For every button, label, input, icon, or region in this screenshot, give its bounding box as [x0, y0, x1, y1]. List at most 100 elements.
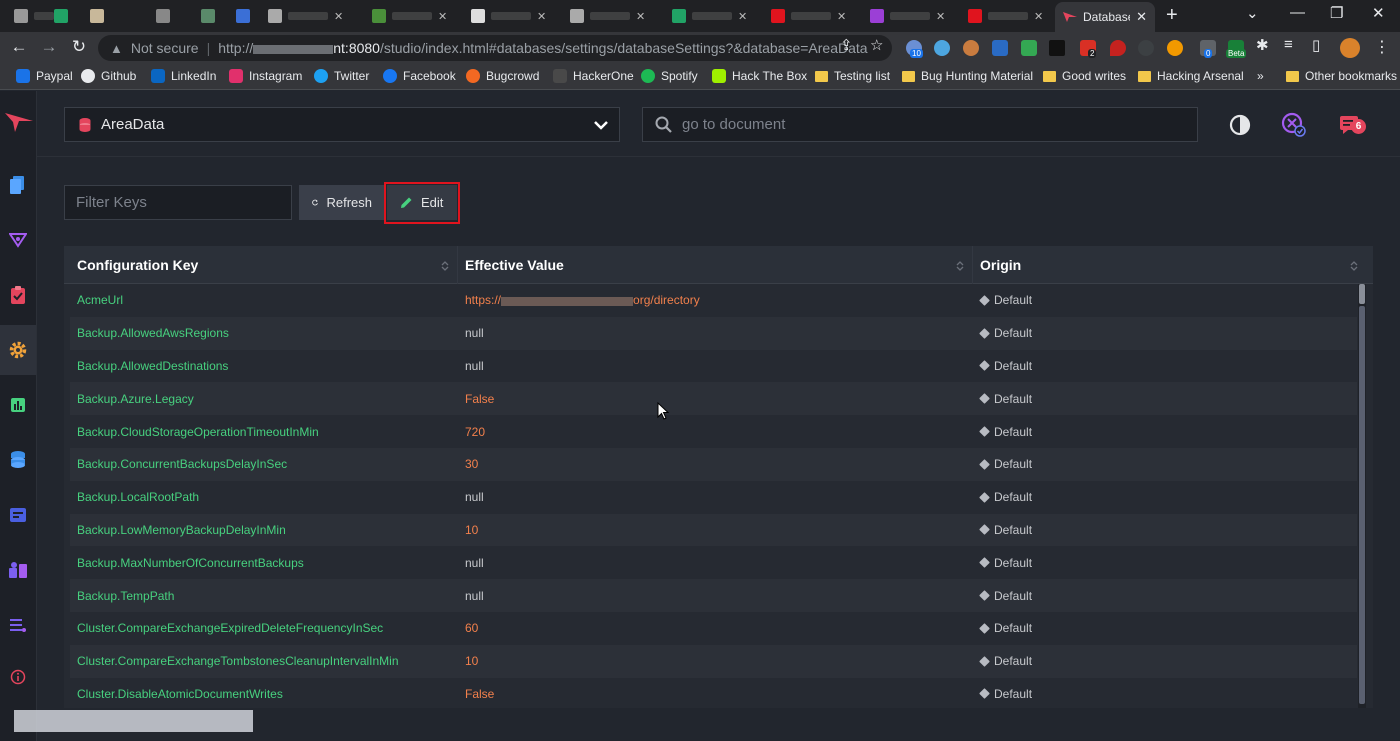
extension-dark-icon[interactable]	[1049, 40, 1065, 56]
bookmark-instagram[interactable]: Instagram	[229, 69, 302, 83]
table-row[interactable]: Cluster.CompareExchangeExpiredDeleteFreq…	[70, 611, 1357, 645]
close-window-icon[interactable]: ✕	[1372, 4, 1385, 22]
bookmark-linkedin[interactable]: LinkedIn	[151, 69, 216, 83]
browser-tab[interactable]: ✕	[465, 6, 553, 26]
column-header-origin[interactable]: Origin	[967, 246, 1357, 284]
extension-gf-icon[interactable]	[1138, 40, 1154, 56]
table-row[interactable]: AcmeUrl https:// org/directory Default	[70, 284, 1357, 317]
ravendb-logo-icon[interactable]	[5, 111, 33, 133]
bookmarks-overflow-button[interactable]: »	[1257, 69, 1264, 83]
sort-icon[interactable]	[1350, 260, 1358, 272]
sort-icon[interactable]	[956, 260, 964, 272]
sidebar-item-about[interactable]	[0, 652, 36, 702]
tab-close-icon[interactable]: ✕	[537, 10, 546, 23]
table-row[interactable]: Cluster.CompareExchangeTombstonesCleanup…	[70, 644, 1357, 678]
scrollbar-up-segment[interactable]	[1359, 284, 1365, 304]
table-row[interactable]: Backup.Azure.Legacy False Default	[70, 382, 1357, 416]
bookmark-folder-hacking-arsenal[interactable]: Hacking Arsenal	[1138, 69, 1244, 83]
warning-triangle-icon[interactable]: ▲	[110, 41, 123, 56]
back-arrow-icon[interactable]: ←	[8, 37, 30, 57]
restore-icon[interactable]: ❐	[1330, 4, 1343, 22]
bookmark-folder-testing-list[interactable]: Testing list	[815, 69, 890, 83]
extension-drop-icon[interactable]	[1110, 40, 1126, 56]
share-icon[interactable]: ⇪	[840, 36, 853, 54]
sort-icon[interactable]	[441, 260, 449, 272]
sidebar-item-indexes[interactable]	[0, 215, 36, 265]
tab-close-icon[interactable]: ✕	[936, 10, 945, 23]
bookmark-folder-bug-hunting[interactable]: Bug Hunting Material	[902, 69, 1033, 83]
tab-close-icon[interactable]: ✕	[636, 10, 645, 23]
bookmark-paypal[interactable]: Paypal	[16, 69, 73, 83]
sidebar-item-cluster[interactable]	[0, 545, 36, 595]
tab-close-icon[interactable]: ✕	[1136, 9, 1147, 25]
theme-toggle-button[interactable]	[1226, 111, 1254, 139]
notifications-button[interactable]: 6	[1336, 111, 1366, 139]
sidebar-item-tasks[interactable]	[0, 270, 36, 320]
address-bar[interactable]: ▲ Not secure | http:// nt:8080/studio/ind…	[98, 35, 892, 61]
extension-cookie-icon[interactable]	[963, 40, 979, 56]
table-row[interactable]: Backup.MaxNumberOfConcurrentBackups null…	[70, 546, 1357, 580]
table-row[interactable]: Backup.LowMemoryBackupDelayInMin 10 Defa…	[70, 513, 1357, 547]
reading-list-icon[interactable]: ≡	[1284, 36, 1293, 53]
tab-close-icon[interactable]: ✕	[334, 10, 343, 23]
scrollbar-thumb[interactable]	[1359, 306, 1365, 704]
reload-icon[interactable]: ↻	[68, 37, 90, 57]
bookmark-facebook[interactable]: Facebook	[383, 69, 456, 83]
sidebar-item-documents[interactable]	[0, 160, 36, 210]
bookmark-bugcrowd[interactable]: Bugcrowd	[466, 69, 539, 83]
table-row[interactable]: Backup.AllowedDestinations null Default	[70, 349, 1357, 383]
column-header-value[interactable]: Effective Value	[452, 246, 967, 284]
browser-tab[interactable]: ✕	[962, 6, 1050, 26]
table-row[interactable]: Backup.TempPath null Default	[70, 579, 1357, 612]
profile-avatar[interactable]	[1340, 38, 1360, 58]
browser-tab[interactable]: ✕	[262, 6, 350, 26]
edit-button[interactable]: Edit	[387, 185, 457, 220]
go-to-document-field[interactable]	[642, 107, 1198, 142]
browser-tab-active[interactable]: Database ✕	[1055, 2, 1155, 32]
tab-close-icon[interactable]: ✕	[738, 10, 747, 23]
bookmark-spotify[interactable]: Spotify	[641, 69, 698, 83]
tab-close-icon[interactable]: ✕	[837, 10, 846, 23]
sidebar-item-stats[interactable]	[0, 380, 36, 430]
browser-tab[interactable]: ✕	[666, 6, 754, 26]
filter-keys-input[interactable]	[65, 186, 291, 219]
browser-tab[interactable]: ✕	[564, 6, 652, 26]
extension-circle-icon[interactable]	[934, 40, 950, 56]
go-to-document-input[interactable]	[682, 116, 1162, 133]
bookmark-folder-other[interactable]: Other bookmarks	[1286, 69, 1397, 83]
browser-tab[interactable]: ✕	[765, 6, 853, 26]
minimize-icon[interactable]: —	[1290, 4, 1305, 21]
tab-search-chevron-icon[interactable]: ⌄	[1246, 4, 1259, 22]
sidebar-item-manage-server[interactable]	[0, 600, 36, 650]
bookmark-folder-good-writes[interactable]: Good writes	[1043, 69, 1126, 83]
table-row[interactable]: Backup.ConcurrentBackupsDelayInSec 30 De…	[70, 447, 1357, 481]
filter-keys-field[interactable]	[64, 185, 292, 220]
browser-tab[interactable]: ✕	[864, 6, 952, 26]
bookmark-hackerone[interactable]: HackerOne	[553, 69, 634, 83]
extension-wappalyzer-icon[interactable]	[992, 40, 1008, 56]
bookmark-hackthebox[interactable]: Hack The Box	[712, 69, 807, 83]
extension-beta-icon[interactable]: Beta	[1226, 40, 1247, 58]
extension-p-icon[interactable]: 0	[1200, 40, 1216, 58]
extension-yellow-icon[interactable]	[1167, 40, 1183, 56]
browser-menu-icon[interactable]: ⋮	[1374, 37, 1390, 57]
extension-cloud-icon[interactable]: 10	[906, 40, 923, 58]
tab-close-icon[interactable]: ✕	[1034, 10, 1043, 23]
tab-close-icon[interactable]: ✕	[438, 10, 447, 23]
extensions-puzzle-icon[interactable]: ✱	[1256, 36, 1269, 54]
table-row[interactable]: Backup.LocalRootPath null Default	[70, 480, 1357, 514]
bookmark-twitter[interactable]: Twitter	[314, 69, 369, 83]
forward-arrow-icon[interactable]: →	[38, 37, 60, 57]
column-header-key[interactable]: Configuration Key	[64, 246, 457, 284]
browser-tab[interactable]: ✕	[366, 6, 454, 26]
new-tab-icon[interactable]: +	[1166, 4, 1178, 27]
table-row[interactable]: Cluster.DisableAtomicDocumentWrites Fals…	[70, 677, 1357, 708]
sidebar-item-server-dashboard[interactable]	[0, 490, 36, 540]
bookmark-star-icon[interactable]: ☆	[870, 36, 883, 54]
table-row[interactable]: Backup.CloudStorageOperationTimeoutInMin…	[70, 415, 1357, 448]
table-scrollbar[interactable]	[1358, 284, 1366, 708]
side-panel-icon[interactable]: ▯	[1312, 36, 1320, 54]
refresh-button[interactable]: Refresh	[299, 185, 385, 220]
sidebar-item-settings[interactable]	[0, 325, 36, 375]
extension-red-icon[interactable]: 2	[1080, 40, 1097, 58]
